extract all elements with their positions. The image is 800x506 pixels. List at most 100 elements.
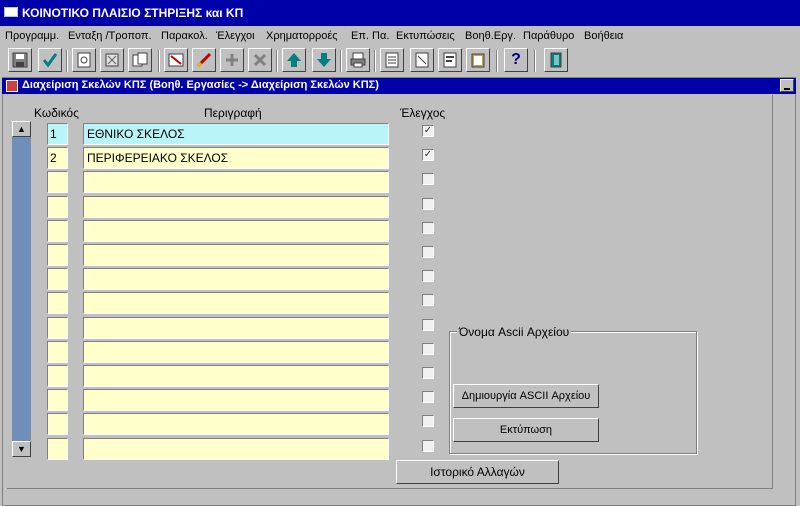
help-button[interactable]: ? (504, 48, 528, 72)
code-field[interactable] (47, 413, 68, 435)
minimize-button[interactable] (780, 79, 794, 92)
change-history-button[interactable]: Ιστορικό Αλλαγών (396, 460, 559, 484)
edit-icon (195, 51, 213, 69)
scroll-up-arrow-icon: ▲ (17, 124, 26, 134)
app-title: ΚΟΙΝΟΤΙΚΟ ΠΛΑΙΣΙΟ ΣΤΗΡΙΞΗΣ και ΚΠ (22, 6, 244, 20)
description-field[interactable] (83, 292, 389, 314)
menu-checks[interactable]: Έλεγχοι (216, 30, 255, 42)
code-field[interactable] (47, 317, 68, 339)
description-field[interactable] (83, 389, 389, 411)
code-field[interactable]: 1 (47, 123, 68, 145)
form-title-bar: Διαχείριση Σκελών ΚΠΣ (Βοηθ. Εργασίες ->… (2, 78, 796, 94)
menu-help[interactable]: Βοήθεια (584, 30, 623, 42)
code-field[interactable] (47, 268, 68, 290)
code-field[interactable] (47, 438, 68, 460)
print-ascii-button[interactable]: Εκτύπωση (453, 418, 599, 442)
check-checkbox[interactable] (422, 246, 434, 258)
delete-record-icon (167, 51, 185, 69)
report-button[interactable] (438, 48, 462, 72)
menu-monitoring[interactable]: Παρακολ. (161, 30, 208, 42)
check-checkbox[interactable] (422, 294, 434, 306)
save-icon (11, 51, 29, 69)
form-window-icon[interactable] (6, 80, 18, 92)
check-checkbox[interactable]: ✓ (422, 125, 434, 137)
copy-button[interactable] (128, 48, 152, 72)
description-field[interactable] (83, 196, 389, 218)
description-field[interactable] (83, 413, 389, 435)
app-title-bar: ΚΟΙΝΟΤΙΚΟ ΠΛΑΙΣΙΟ ΣΤΗΡΙΞΗΣ και ΚΠ (0, 0, 800, 26)
menu-programs[interactable]: Προγραμμ. (5, 30, 59, 42)
description-field[interactable] (83, 317, 389, 339)
code-field[interactable] (47, 171, 68, 193)
remove-record-icon (251, 51, 269, 69)
code-field[interactable] (47, 220, 68, 242)
description-field[interactable] (83, 268, 389, 290)
add-record-button[interactable] (220, 48, 244, 72)
toolbar: ? (0, 46, 800, 76)
check-checkbox[interactable]: ✓ (422, 149, 434, 161)
scroll-down-button[interactable]: ▼ (12, 441, 31, 457)
description-field[interactable] (83, 365, 389, 387)
menu-aux-tasks[interactable]: Βοηθ.Εργ. (465, 30, 516, 42)
menu-cashflows[interactable]: Χρηματορροές (266, 30, 338, 42)
check-checkbox[interactable] (422, 367, 434, 379)
previous-record-button[interactable] (282, 48, 306, 72)
create-ascii-button[interactable]: Δημιουργία ASCII Αρχείου (453, 384, 599, 408)
check-checkbox[interactable] (422, 343, 434, 355)
document-icon (413, 51, 431, 69)
description-field[interactable] (83, 171, 389, 193)
code-field[interactable] (47, 365, 68, 387)
report-icon (441, 51, 459, 69)
header-check: Έλεγχος (400, 106, 446, 120)
check-checkbox[interactable] (422, 198, 434, 210)
scroll-down-arrow-icon: ▼ (17, 444, 26, 454)
code-field[interactable] (47, 196, 68, 218)
check-checkbox[interactable] (422, 319, 434, 331)
description-field[interactable] (83, 244, 389, 266)
check-checkbox[interactable] (422, 270, 434, 282)
edit-button[interactable] (192, 48, 216, 72)
description-field[interactable] (83, 220, 389, 242)
check-checkbox[interactable] (422, 415, 434, 427)
menu-prints[interactable]: Εκτυπώσεις (396, 30, 455, 42)
clear-button[interactable] (100, 48, 124, 72)
code-field[interactable] (47, 244, 68, 266)
form-title: Διαχείριση Σκελών ΚΠΣ (Βοηθ. Εργασίες ->… (22, 79, 379, 91)
header-code: Κωδικός (34, 106, 79, 120)
description-field[interactable]: ΠΕΡΙΦΕΡΕΙΑΚΟ ΣΚΕΛΟΣ (83, 147, 389, 169)
scroll-up-button[interactable]: ▲ (12, 121, 31, 137)
save-button[interactable] (8, 48, 32, 72)
description-field[interactable] (83, 438, 389, 460)
check-checkbox[interactable] (422, 222, 434, 234)
print-button[interactable] (346, 48, 370, 72)
check-checkbox[interactable] (422, 173, 434, 185)
menu-ep-pa[interactable]: Επ. Πα. (351, 30, 389, 42)
code-field[interactable]: 2 (47, 147, 68, 169)
menu-window[interactable]: Παράθυρο (523, 30, 574, 42)
window-icon[interactable] (4, 7, 18, 17)
copy-icon (131, 51, 149, 69)
query-button[interactable] (72, 48, 96, 72)
delete-record-button[interactable] (164, 48, 188, 72)
add-record-icon (223, 51, 241, 69)
accept-button[interactable] (38, 48, 62, 72)
ascii-file-label: Όνομα Ascii Αρχείου (457, 325, 572, 339)
menu-integration[interactable]: Ενταξη /Τροποπ. (68, 30, 152, 42)
document-button[interactable] (410, 48, 434, 72)
exit-button[interactable] (544, 48, 568, 72)
next-record-button[interactable] (312, 48, 336, 72)
clear-icon (103, 51, 121, 69)
description-field[interactable]: ΕΘΝΙΚΟ ΣΚΕΛΟΣ (83, 123, 389, 145)
code-field[interactable] (47, 341, 68, 363)
remove-record-button[interactable] (248, 48, 272, 72)
arrow-down-icon (315, 51, 333, 69)
check-checkbox[interactable] (422, 391, 434, 403)
code-field[interactable] (47, 292, 68, 314)
list-button[interactable] (380, 48, 404, 72)
clipboard-button[interactable] (466, 48, 490, 72)
code-field[interactable] (47, 389, 68, 411)
records-scrollbar[interactable] (12, 121, 31, 457)
check-checkbox[interactable] (422, 440, 434, 452)
description-field[interactable] (83, 341, 389, 363)
help-icon: ? (511, 51, 521, 68)
